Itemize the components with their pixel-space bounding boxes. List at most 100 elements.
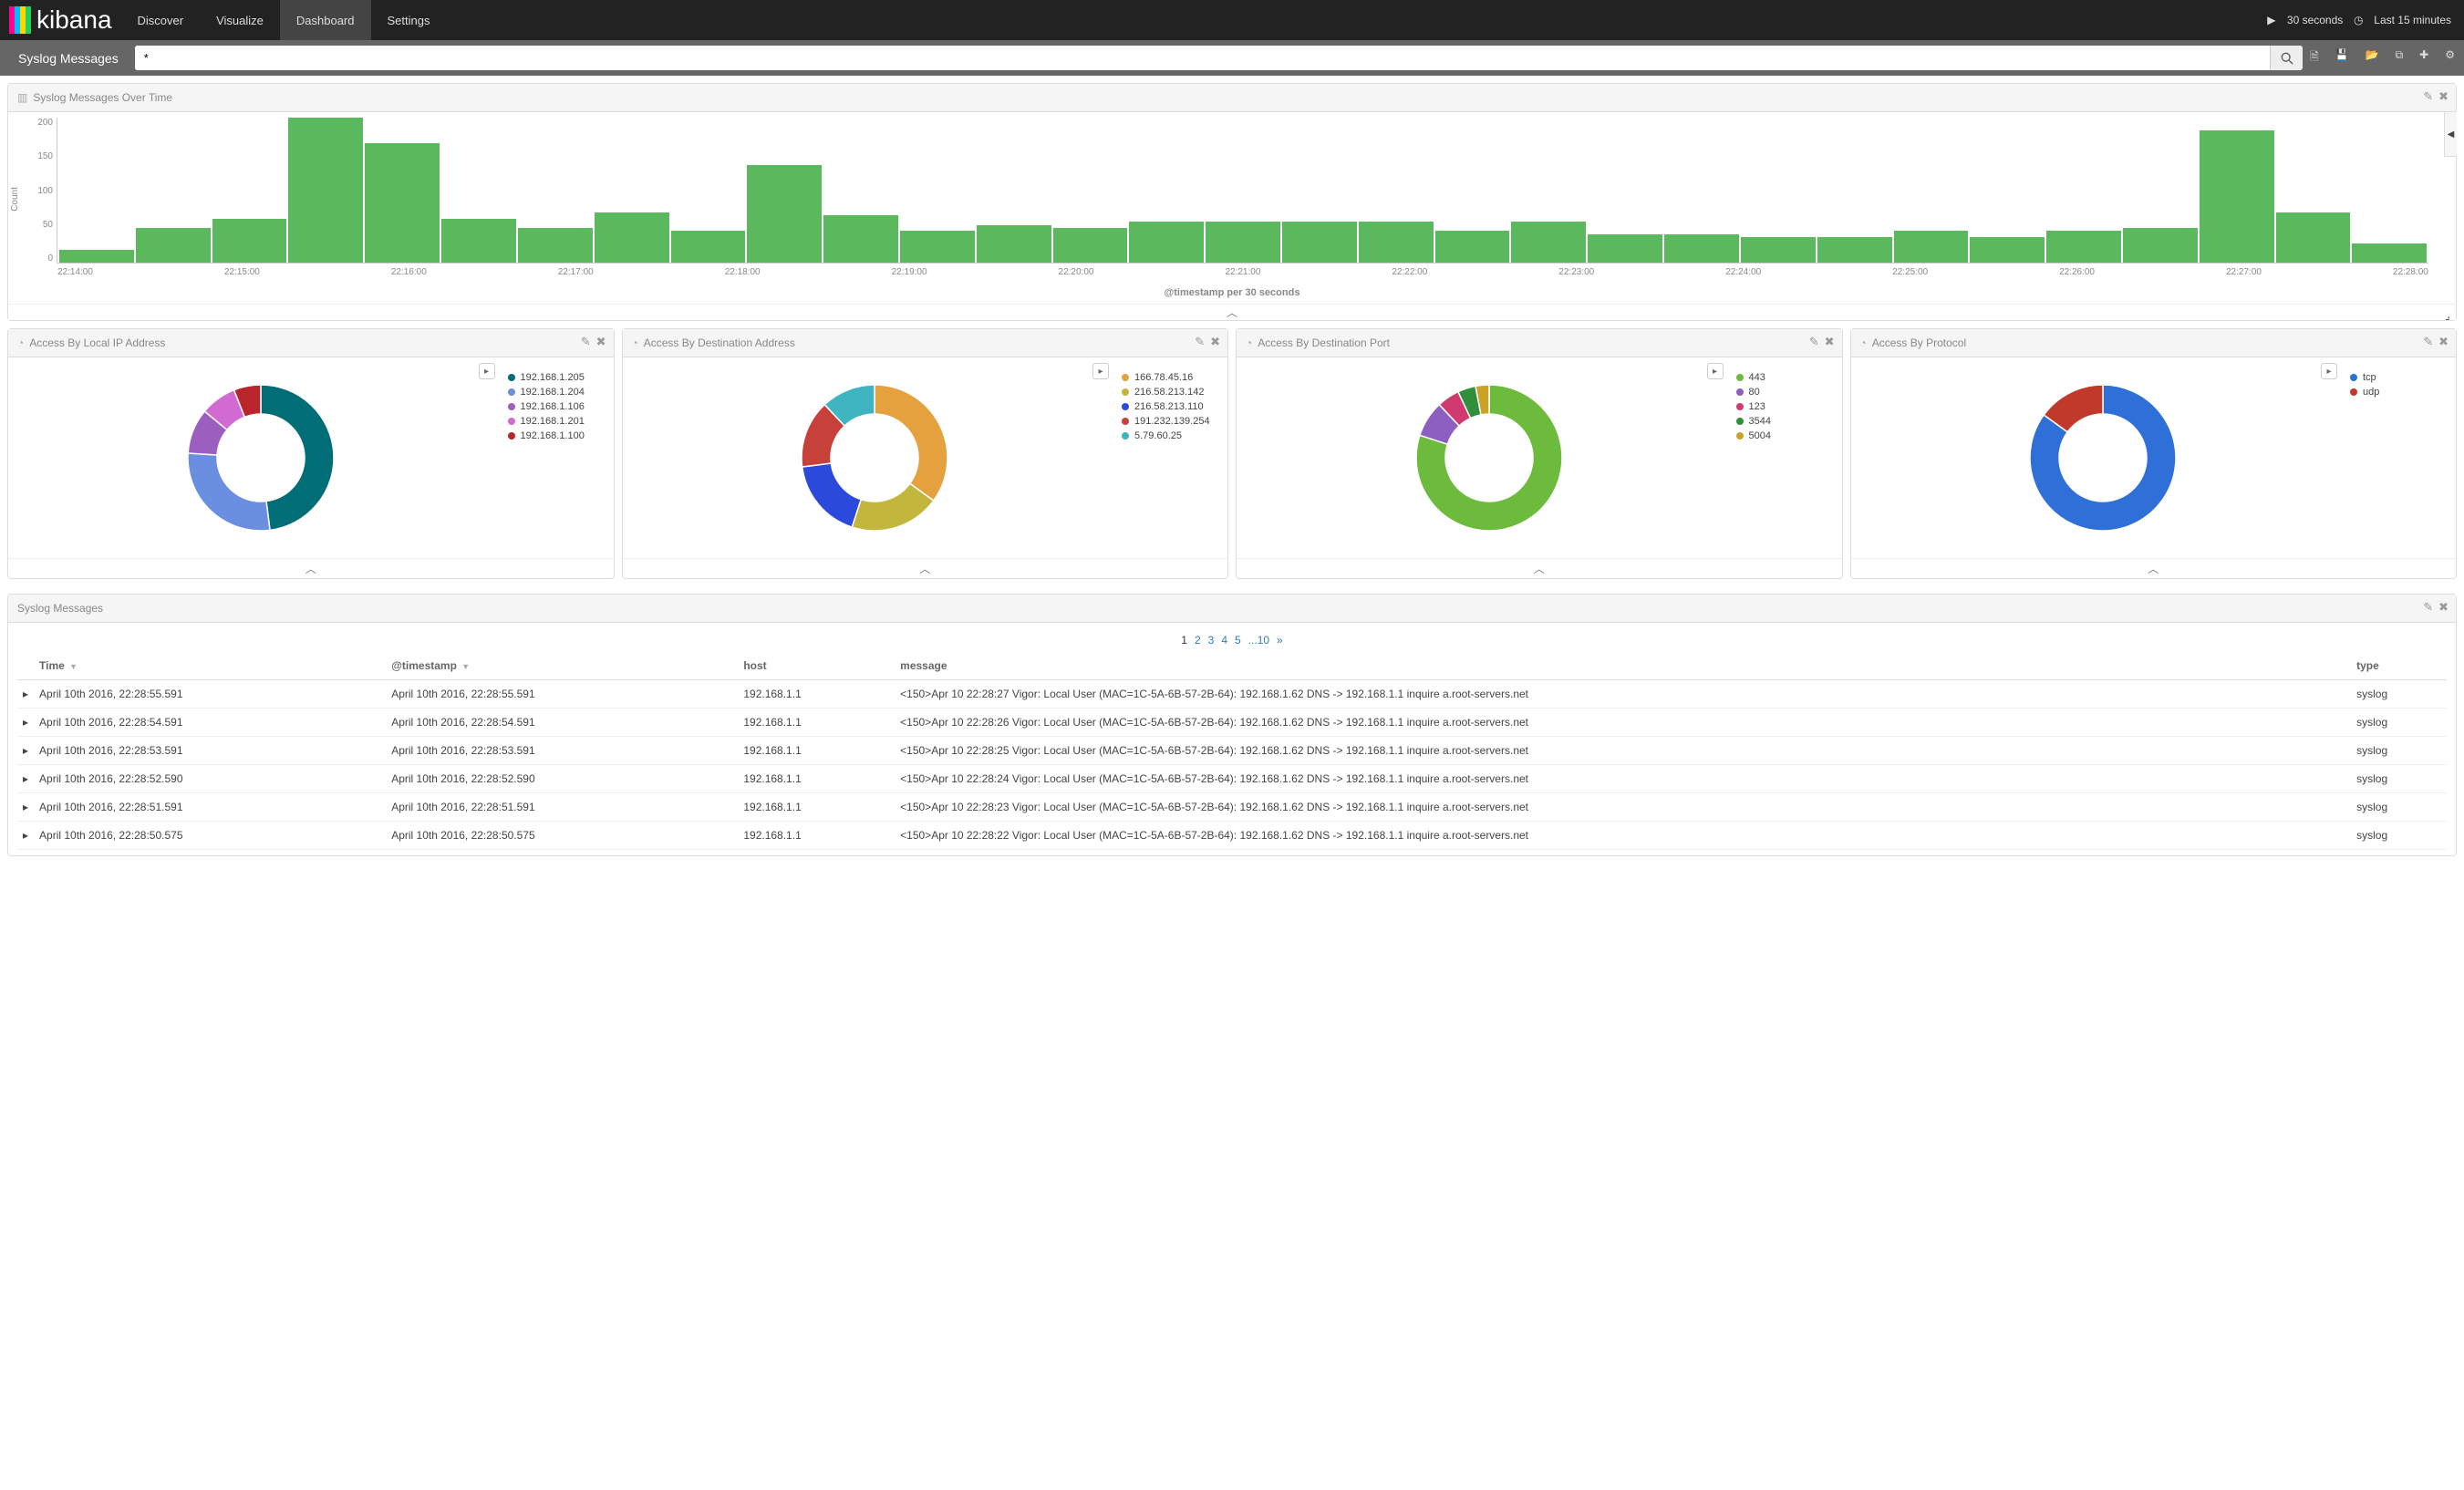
pager-page[interactable]: 3 bbox=[1208, 634, 1215, 647]
search-button[interactable] bbox=[2270, 46, 2303, 70]
play-icon[interactable]: ▶ bbox=[2263, 12, 2280, 28]
bar[interactable] bbox=[1129, 222, 1204, 263]
close-icon[interactable]: ✖ bbox=[2438, 600, 2448, 615]
table-row[interactable]: ▸ April 10th 2016, 22:28:51.591 April 10… bbox=[17, 793, 2447, 822]
expand-row-icon[interactable]: ▸ bbox=[17, 765, 34, 793]
legend-item[interactable]: 3544 bbox=[1736, 414, 1829, 429]
bar[interactable] bbox=[671, 231, 746, 263]
column-header[interactable]: host bbox=[738, 652, 895, 680]
table-row[interactable]: ▸ April 10th 2016, 22:28:55.591 April 10… bbox=[17, 680, 2447, 709]
table-row[interactable]: ▸ April 10th 2016, 22:28:53.591 April 10… bbox=[17, 737, 2447, 765]
bar[interactable] bbox=[1053, 228, 1128, 263]
bar[interactable] bbox=[747, 165, 822, 263]
column-header[interactable]: @timestamp ▼ bbox=[386, 652, 738, 680]
close-icon[interactable]: ✖ bbox=[1210, 335, 1220, 349]
column-header[interactable]: Time ▼ bbox=[34, 652, 386, 680]
legend-item[interactable]: 216.58.213.142 bbox=[1122, 385, 1215, 399]
close-icon[interactable]: ✖ bbox=[596, 335, 606, 349]
resize-handle-icon[interactable]: ⌟ bbox=[2445, 309, 2454, 318]
legend-item[interactable]: 216.58.213.110 bbox=[1122, 399, 1215, 414]
legend-item[interactable]: 192.168.1.204 bbox=[508, 385, 601, 399]
new-dashboard-icon[interactable]: 🗎 bbox=[2310, 48, 2319, 67]
bar[interactable] bbox=[365, 143, 440, 263]
pager-page[interactable]: 2 bbox=[1195, 634, 1201, 647]
bar[interactable] bbox=[595, 212, 669, 263]
bar[interactable] bbox=[1588, 234, 1662, 263]
column-header[interactable]: type bbox=[2351, 652, 2447, 680]
settings-icon[interactable]: ⚙ bbox=[2445, 48, 2455, 67]
edit-icon[interactable]: ✎ bbox=[1195, 335, 1205, 349]
bar[interactable] bbox=[518, 228, 593, 263]
bar[interactable] bbox=[1817, 237, 1892, 263]
add-icon[interactable]: ✚ bbox=[2419, 48, 2428, 67]
refresh-interval[interactable]: 30 seconds bbox=[2287, 14, 2343, 26]
bar[interactable] bbox=[1664, 234, 1739, 263]
expand-row-icon[interactable]: ▸ bbox=[17, 822, 34, 850]
legend-item[interactable]: 123 bbox=[1736, 399, 1829, 414]
panel-collapse-up-icon[interactable]: ︿ bbox=[1851, 558, 2457, 578]
legend-item[interactable]: 192.168.1.205 bbox=[508, 370, 601, 385]
bars-area[interactable]: 22:14:0022:15:0022:16:0022:17:0022:18:00… bbox=[57, 118, 2428, 264]
nav-link-dashboard[interactable]: Dashboard bbox=[280, 0, 371, 40]
donut-chart[interactable]: ▸ 4438012335445004 bbox=[1237, 357, 1842, 558]
close-icon[interactable]: ✖ bbox=[2438, 89, 2448, 104]
legend-toggle-icon[interactable]: ▸ bbox=[1707, 363, 1724, 379]
bar[interactable] bbox=[288, 118, 363, 263]
donut-chart[interactable]: ▸ 166.78.45.16216.58.213.142216.58.213.1… bbox=[623, 357, 1228, 558]
legend-item[interactable]: 5.79.60.25 bbox=[1122, 429, 1215, 443]
pager-page[interactable]: 4 bbox=[1221, 634, 1227, 647]
close-icon[interactable]: ✖ bbox=[1825, 335, 1835, 349]
legend-item[interactable]: 192.168.1.201 bbox=[508, 414, 601, 429]
legend-toggle-icon[interactable]: ▸ bbox=[479, 363, 495, 379]
search-input[interactable] bbox=[135, 46, 2270, 70]
panel-collapse-up-icon[interactable]: ︿ bbox=[623, 558, 1228, 578]
legend-item[interactable]: 191.232.139.254 bbox=[1122, 414, 1215, 429]
table-row[interactable]: ▸ April 10th 2016, 22:28:54.591 April 10… bbox=[17, 709, 2447, 737]
bar[interactable] bbox=[59, 250, 134, 263]
bar[interactable] bbox=[977, 225, 1051, 263]
brand[interactable]: kibana bbox=[0, 5, 121, 35]
legend-item[interactable]: 5004 bbox=[1736, 429, 1829, 443]
bar[interactable] bbox=[823, 215, 898, 263]
legend-item[interactable]: 80 bbox=[1736, 385, 1829, 399]
table-row[interactable]: ▸ April 10th 2016, 22:28:52.590 April 10… bbox=[17, 765, 2447, 793]
bar[interactable] bbox=[1894, 231, 1969, 263]
bar[interactable] bbox=[1435, 231, 1510, 263]
nav-link-settings[interactable]: Settings bbox=[371, 0, 447, 40]
expand-row-icon[interactable]: ▸ bbox=[17, 793, 34, 822]
legend-item[interactable]: udp bbox=[2350, 385, 2443, 399]
pager-page[interactable]: » bbox=[1277, 634, 1283, 647]
panel-collapse-up-icon[interactable]: ︿ bbox=[8, 304, 2456, 320]
expand-row-icon[interactable]: ▸ bbox=[17, 680, 34, 709]
pager-page[interactable]: 1 bbox=[1181, 634, 1187, 647]
edit-icon[interactable]: ✎ bbox=[581, 335, 591, 349]
legend-item[interactable]: 192.168.1.106 bbox=[508, 399, 601, 414]
bar[interactable] bbox=[2200, 130, 2274, 263]
donut-chart[interactable]: ▸ 192.168.1.205192.168.1.204192.168.1.10… bbox=[8, 357, 614, 558]
panel-collapse-up-icon[interactable]: ︿ bbox=[8, 558, 614, 578]
bar[interactable] bbox=[441, 219, 516, 263]
bar[interactable] bbox=[1206, 222, 1280, 263]
edit-icon[interactable]: ✎ bbox=[2423, 89, 2433, 104]
nav-link-visualize[interactable]: Visualize bbox=[200, 0, 280, 40]
table-row[interactable]: ▸ April 10th 2016, 22:28:50.575 April 10… bbox=[17, 822, 2447, 850]
time-range[interactable]: Last 15 minutes bbox=[2374, 14, 2451, 26]
save-icon[interactable]: 💾 bbox=[2335, 48, 2349, 67]
pager-page[interactable]: 5 bbox=[1235, 634, 1241, 647]
bar[interactable] bbox=[1970, 237, 2045, 263]
bar[interactable] bbox=[1511, 222, 1586, 263]
bar[interactable] bbox=[212, 219, 287, 263]
edit-icon[interactable]: ✎ bbox=[2423, 600, 2433, 615]
donut-chart[interactable]: ▸ tcpudp bbox=[1851, 357, 2457, 558]
bar[interactable] bbox=[900, 231, 975, 263]
panel-collapse-up-icon[interactable]: ︿ bbox=[1237, 558, 1842, 578]
legend-item[interactable]: 166.78.45.16 bbox=[1122, 370, 1215, 385]
edit-icon[interactable]: ✎ bbox=[2423, 335, 2433, 349]
bar[interactable] bbox=[2046, 231, 2121, 263]
bar[interactable] bbox=[2352, 243, 2427, 263]
expand-row-icon[interactable]: ▸ bbox=[17, 709, 34, 737]
clock-icon[interactable]: ◷ bbox=[2350, 12, 2366, 28]
close-icon[interactable]: ✖ bbox=[2438, 335, 2448, 349]
share-icon[interactable]: ⧉ bbox=[2396, 48, 2404, 67]
legend-item[interactable]: tcp bbox=[2350, 370, 2443, 385]
